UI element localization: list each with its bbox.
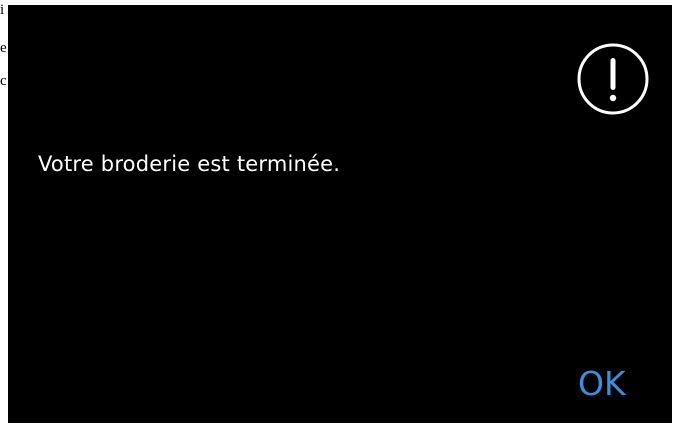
- text-fragment: e: [0, 40, 7, 56]
- alert-dialog: Votre broderie est terminée. OK: [8, 5, 672, 423]
- dialog-message: Votre broderie est terminée.: [38, 152, 341, 176]
- exclamation-circle-icon: [577, 43, 649, 115]
- text-fragment: c: [0, 73, 7, 89]
- page: i e c Votre broderie est terminée. OK: [0, 0, 676, 426]
- background-page-text: i e c: [0, 0, 8, 426]
- ok-button[interactable]: OK: [578, 360, 638, 406]
- text-fragment: i: [0, 2, 5, 18]
